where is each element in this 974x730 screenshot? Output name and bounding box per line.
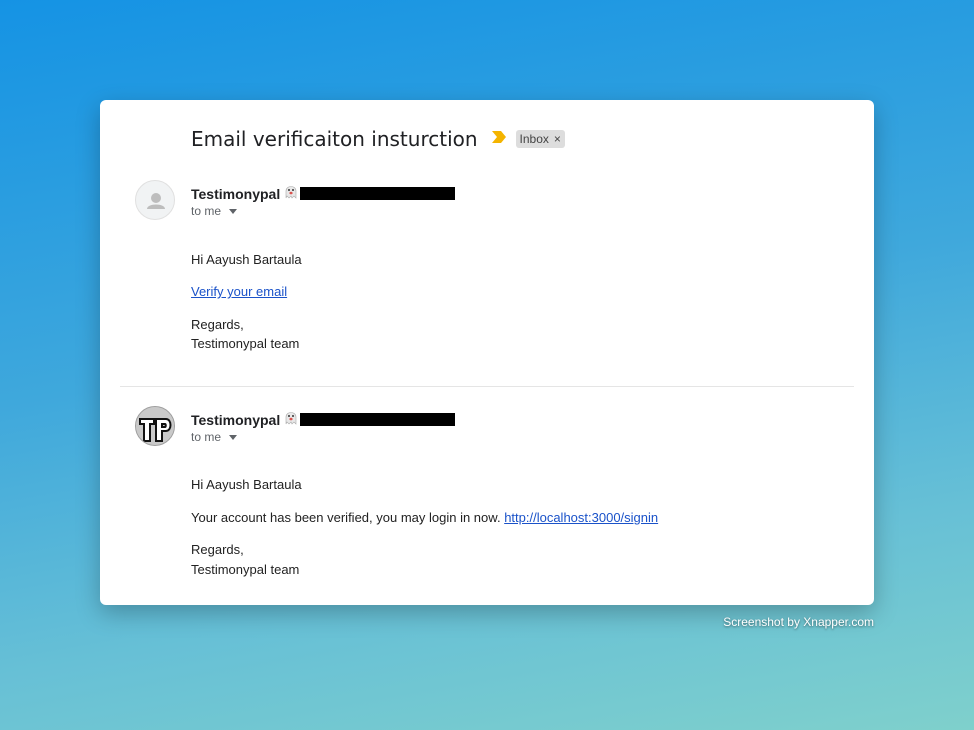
signin-link[interactable]: http://localhost:3000/signin	[504, 510, 658, 525]
recipient-details-toggle[interactable]: to me	[191, 204, 238, 218]
email-subject: Email verificaiton insturction	[191, 127, 478, 151]
avatar[interactable]	[135, 406, 175, 446]
inbox-label-text: Inbox	[519, 132, 549, 146]
importance-marker-icon[interactable]	[491, 130, 506, 148]
sender-name[interactable]: Testimonypal	[191, 186, 280, 202]
sender-row: Testimonypal	[191, 409, 456, 430]
verification-message: Your account has been verified, you may …	[191, 508, 658, 527]
avatar[interactable]	[135, 180, 175, 220]
ghost-icon	[284, 409, 298, 430]
chevron-down-icon	[229, 208, 238, 214]
message-divider	[120, 386, 854, 387]
verify-email-link[interactable]: Verify your email	[191, 284, 287, 299]
redacted-email-address	[300, 413, 456, 426]
recipient-details-toggle[interactable]: to me	[191, 430, 238, 444]
subject-row: Email verificaiton insturction Inbox ×	[191, 125, 565, 153]
default-person-icon	[147, 193, 165, 209]
sender-row: Testimonypal	[191, 183, 456, 204]
chevron-down-icon	[229, 434, 238, 440]
recipient-text: to me	[191, 204, 222, 218]
greeting-text: Hi Aayush Bartaula	[191, 252, 302, 267]
regards-text: Regards,	[191, 317, 244, 332]
remove-label-icon[interactable]: ×	[554, 132, 561, 146]
recipient-text: to me	[191, 430, 222, 444]
signature-text: Testimonypal team	[191, 336, 300, 351]
greeting-text: Hi Aayush Bartaula	[191, 477, 302, 492]
ghost-icon	[284, 183, 298, 204]
watermark-text: Screenshot by Xnapper.com	[723, 615, 874, 629]
inbox-label-chip[interactable]: Inbox ×	[515, 130, 565, 148]
tp-logo-icon	[136, 407, 174, 445]
email-card: Email verificaiton insturction Inbox × T…	[100, 100, 874, 605]
sender-name[interactable]: Testimonypal	[191, 412, 280, 428]
signature-text: Testimonypal team	[191, 562, 300, 577]
redacted-email-address	[300, 187, 456, 200]
regards-text: Regards,	[191, 542, 244, 557]
verification-body-text: Your account has been verified, you may …	[191, 510, 501, 525]
